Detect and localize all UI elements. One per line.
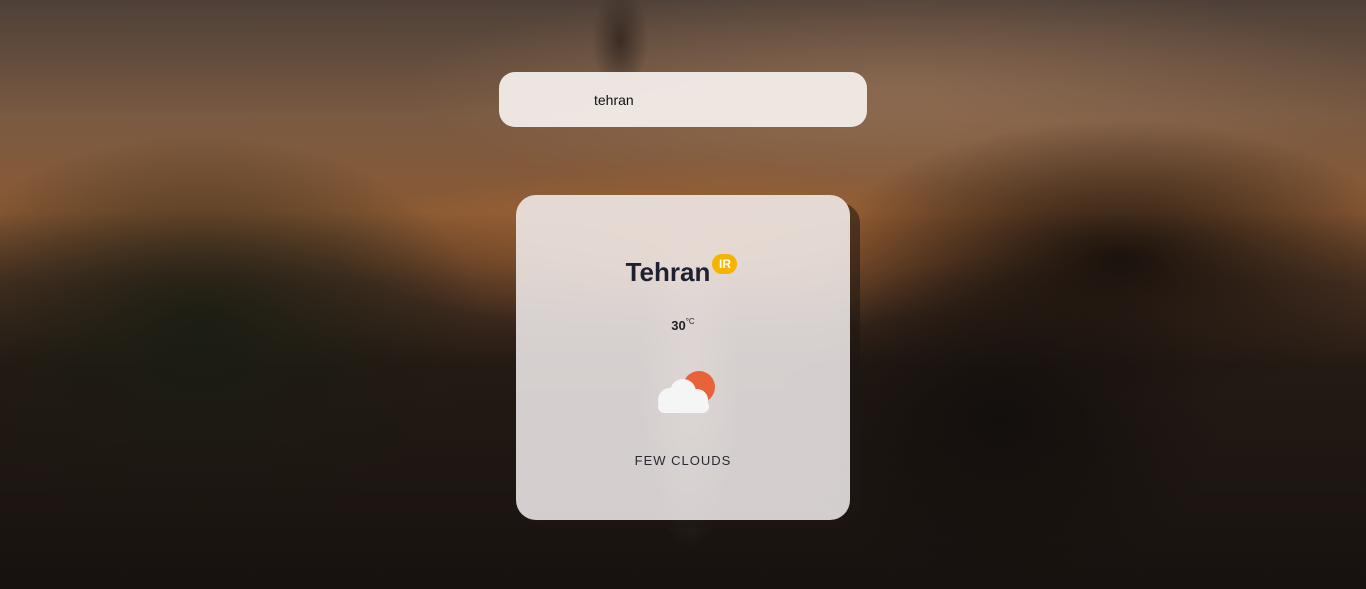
city-heading: Tehran IR: [516, 254, 850, 288]
search-bar[interactable]: [499, 72, 867, 127]
temperature-unit: °C: [685, 317, 695, 326]
city-name: Tehran: [625, 257, 711, 287]
weather-description: FEW CLOUDS: [634, 453, 732, 468]
country-badge: IR: [712, 254, 737, 274]
search-input[interactable]: [594, 91, 844, 108]
temperature: 30°C: [516, 317, 850, 333]
weather-card: Tehran IR 30°C FEW CLOUDS: [516, 195, 850, 520]
few-clouds-icon: [658, 371, 715, 413]
temperature-value: 30: [671, 318, 686, 333]
